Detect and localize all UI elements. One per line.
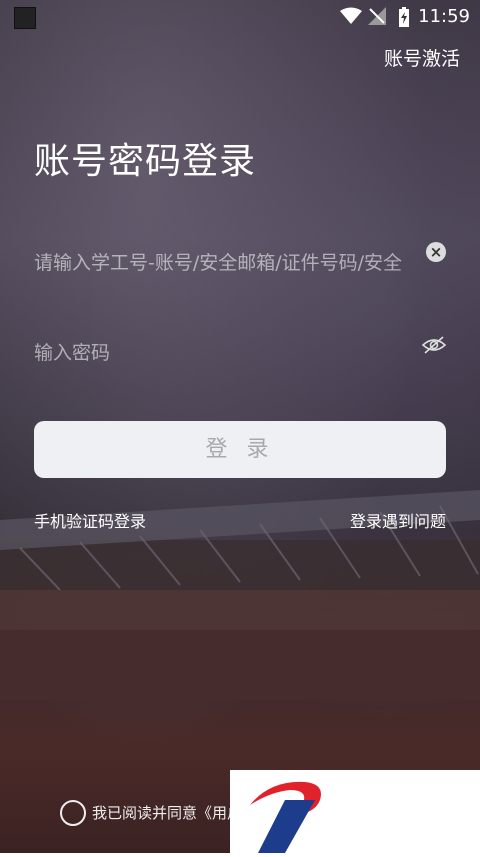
eye-hidden-icon[interactable]	[422, 336, 446, 354]
password-input[interactable]: 输入密码	[34, 330, 446, 370]
password-input-placeholder: 输入密码	[34, 342, 111, 364]
activate-account-link[interactable]: 账号激活	[384, 44, 460, 71]
battery-charging-icon	[399, 7, 409, 27]
clear-icon[interactable]: ×	[426, 242, 446, 262]
page-title: 账号密码登录	[34, 141, 257, 182]
login-trouble-link[interactable]: 登录遇到问题	[350, 508, 446, 532]
no-signal-icon	[368, 7, 386, 25]
sms-login-link[interactable]: 手机验证码登录	[34, 508, 146, 532]
login-button[interactable]: 登 录	[34, 421, 446, 478]
clock: 11:59	[418, 6, 470, 27]
watermark-logo	[230, 770, 480, 853]
account-input[interactable]: 请输入学工号-账号/安全邮箱/证件号码/安全 ×	[34, 240, 446, 280]
logo-icon	[250, 781, 321, 853]
wifi-icon	[340, 7, 362, 24]
status-bar: 11:59	[0, 0, 480, 34]
agreement-checkbox[interactable]	[60, 800, 86, 826]
agreement-text: 我已阅读并同意《用户	[92, 804, 243, 822]
app-notification-icon	[14, 7, 36, 29]
account-input-placeholder: 请输入学工号-账号/安全邮箱/证件号码/安全	[34, 252, 403, 274]
